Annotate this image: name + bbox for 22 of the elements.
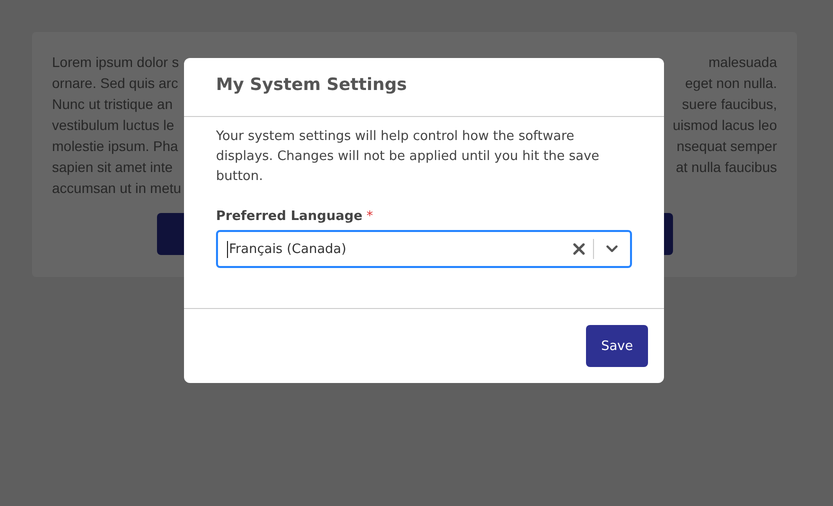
required-mark: * <box>366 209 373 224</box>
paragraph-text: malesuada <box>708 53 777 72</box>
text-cursor <box>227 240 228 258</box>
save-button[interactable]: Save <box>586 325 648 367</box>
paragraph-text: at nulla faucibus <box>676 158 777 177</box>
paragraph-text: sapien sit amet inte <box>52 158 173 177</box>
language-select[interactable]: Français (Canada) <box>216 230 632 268</box>
paragraph-text: accumsan ut in metu <box>52 179 182 198</box>
paragraph-text: suere faucibus, <box>682 95 777 114</box>
close-icon <box>573 243 585 255</box>
field-label: Preferred Language <box>216 209 362 224</box>
paragraph-text: vestibulum luctus le <box>52 116 174 135</box>
dialog-title: My System Settings <box>216 75 407 95</box>
paragraph-text: nsequat semper <box>676 137 777 156</box>
paragraph-text: molestie ipsum. Pha <box>52 137 178 156</box>
paragraph-text: ornare. Sed quis arc <box>52 74 178 93</box>
dialog-description: Your system settings will help control how the software displays. Changes will not be applied until you hit the save button. <box>216 128 600 186</box>
paragraph-text: uismod lacus leo <box>672 116 777 135</box>
paragraph-text: eget non nulla. <box>685 74 777 93</box>
chevron-down-icon <box>606 245 618 253</box>
paragraph-text: Nunc ut tristique an <box>52 95 173 114</box>
paragraph-text: Lorem ipsum dolor s <box>52 53 179 72</box>
